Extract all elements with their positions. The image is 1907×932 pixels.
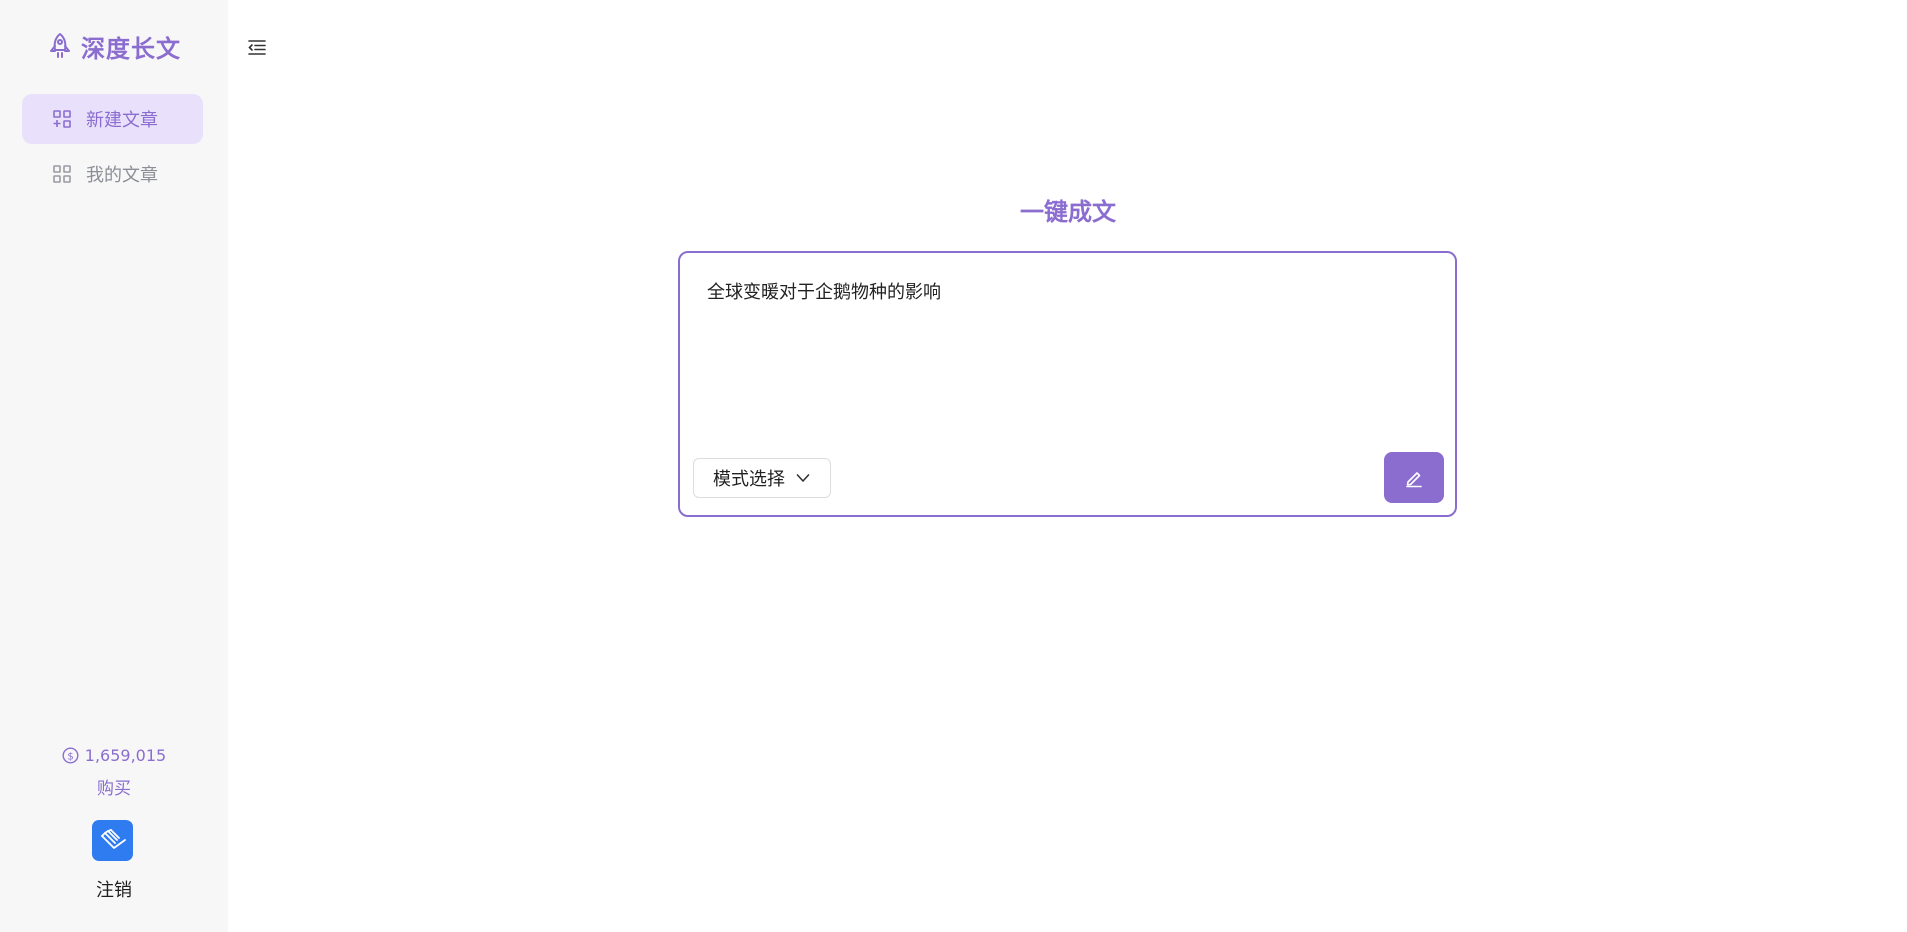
logout-button[interactable]: 注销 xyxy=(0,876,228,906)
rocket-icon xyxy=(50,33,70,58)
chevron-down-icon xyxy=(796,474,810,482)
page-title: 一键成文 xyxy=(1020,198,1116,226)
sidebar-item-label: 新建文章 xyxy=(86,110,158,131)
sidebar-item-my-articles[interactable]: 我的文章 xyxy=(22,149,203,199)
grid-icon xyxy=(53,165,71,183)
app-root: 深度长文 新建文章 我的文章 $ 1,659,015 购买 注销 一键成文 全球… xyxy=(0,0,1907,932)
coin-icon: $ xyxy=(62,746,79,764)
credits-balance: $ 1,659,015 xyxy=(0,742,228,768)
buy-link[interactable]: 购买 xyxy=(0,776,228,802)
mode-select-label: 模式选择 xyxy=(713,469,785,490)
prompt-editor[interactable]: 全球变暖对于企鹅物种的影响 模式选择 xyxy=(678,251,1457,517)
grid-plus-icon xyxy=(53,110,71,128)
sidebar-item-label: 我的文章 xyxy=(86,165,158,186)
credits-value: 1,659,015 xyxy=(84,745,167,765)
collapse-menu-icon xyxy=(248,40,266,55)
brand-title: 深度长文 xyxy=(81,34,181,63)
book-icon xyxy=(100,828,126,849)
sidebar-item-new-article[interactable]: 新建文章 xyxy=(22,94,203,144)
sidebar-collapse-button[interactable] xyxy=(244,34,270,60)
mode-select-dropdown[interactable]: 模式选择 xyxy=(693,458,831,498)
svg-text:$: $ xyxy=(67,751,73,762)
avatar[interactable] xyxy=(92,820,133,861)
prompt-input[interactable]: 全球变暖对于企鹅物种的影响 xyxy=(707,278,1427,308)
generate-button[interactable] xyxy=(1384,452,1444,503)
sidebar: 深度长文 新建文章 我的文章 $ 1,659,015 购买 注销 xyxy=(0,0,228,932)
pen-icon xyxy=(1406,471,1422,487)
brand: 深度长文 xyxy=(0,28,228,64)
